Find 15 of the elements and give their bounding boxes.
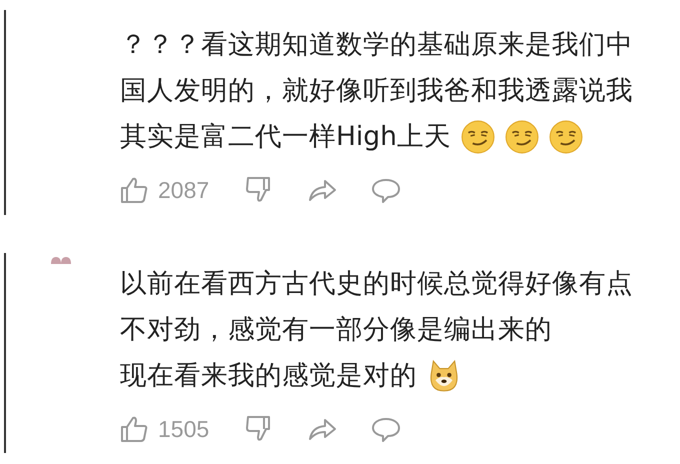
- comment-icon[interactable]: [371, 176, 402, 204]
- like-count: 1505: [158, 416, 210, 442]
- comment-text: ？？？看这期知道数学的基础原来是我们中: [120, 28, 633, 62]
- comment-icon[interactable]: [371, 415, 402, 443]
- comment-text: 国人发明的，就好像听到我爸和我透露说我: [120, 74, 633, 108]
- comment-text: 现在看来我的感觉是对的: [120, 359, 417, 393]
- smirk-emoji-icon: [504, 120, 539, 154]
- like-count: 2087: [158, 176, 210, 204]
- comment-text: 不对劲，感觉有一部分像是编出来的: [120, 313, 552, 347]
- comment-text: 以前在看西方古代史的时候总觉得好像有点: [120, 267, 633, 301]
- comment-text: 其实是富二代一样High上天: [120, 120, 451, 154]
- thumbs-up-icon[interactable]: [120, 176, 148, 204]
- smirk-emoji-icon: [460, 120, 495, 154]
- thumbs-up-icon[interactable]: [120, 415, 148, 443]
- smirk-emoji-icon: [548, 120, 583, 154]
